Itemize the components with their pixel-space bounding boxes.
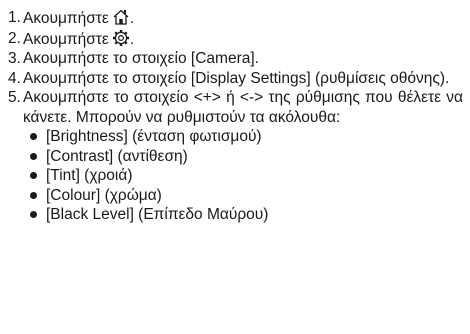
step-1: 1. Ακουμπήστε. xyxy=(8,8,463,29)
list-item: [Colour] (χρώμα) xyxy=(30,186,463,206)
step-number: 5. xyxy=(8,89,21,106)
step-suffix: . xyxy=(129,10,135,27)
bullet-icon xyxy=(30,211,37,218)
list-item: [Brightness] (ένταση φωτισμού) xyxy=(30,127,463,147)
step-4: 4. Ακουμπήστε το στοιχείο [Display Setti… xyxy=(8,69,463,89)
settings-list: [Brightness] (ένταση φωτισμού) [Contrast… xyxy=(23,127,463,225)
list-item: [Tint] (χροιά) xyxy=(30,166,463,186)
step-5: 5. Ακουμπήστε το στοιχείο <+> ή <-> της … xyxy=(8,88,463,225)
list-item-text: [Brightness] (ένταση φωτισμού) xyxy=(46,128,262,145)
bullet-icon xyxy=(30,172,37,179)
step-number: 2. xyxy=(8,29,21,47)
step-text: Ακουμπήστε το στοιχείο [Camera]. xyxy=(23,50,259,67)
step-number: 1. xyxy=(8,9,21,26)
step-number: 4. xyxy=(8,69,21,87)
list-item-text: [Black Level] (Επίπεδο Μαύρου) xyxy=(46,206,269,223)
step-text: Ακουμπήστε το στοιχείο <+> ή <-> της ρύθ… xyxy=(23,89,463,126)
step-text: Ακουμπήστε xyxy=(23,30,109,48)
step-body: Ακουμπήστε. xyxy=(23,8,463,29)
step-number: 3. xyxy=(8,50,21,67)
step-suffix: . xyxy=(129,30,135,48)
step-text: Ακουμπήστε xyxy=(23,10,109,27)
step-body: Ακουμπήστε. xyxy=(23,29,463,50)
list-item: [Black Level] (Επίπεδο Μαύρου) xyxy=(30,205,463,225)
step-2: 2. Ακουμπήστε. xyxy=(8,29,463,50)
list-item-text: [Tint] (χροιά) xyxy=(46,167,133,184)
bullet-icon xyxy=(30,191,37,199)
bullet-icon xyxy=(30,152,37,160)
step-text: Ακουμπήστε το στοιχείο [Display Settings… xyxy=(23,69,450,87)
step-3: 3. Ακουμπήστε το στοιχείο [Camera]. xyxy=(8,49,463,69)
home-icon xyxy=(112,8,130,26)
gear-icon xyxy=(112,29,130,47)
list-item-text: [Contrast] (αντίθεση) xyxy=(46,147,188,165)
bullet-icon xyxy=(30,133,37,140)
instructions: 1. Ακουμπήστε. 2. Ακουμπήστε. 3. Ακουμπή… xyxy=(8,8,463,225)
list-item-text: [Colour] (χρώμα) xyxy=(46,186,162,204)
step-body: Ακουμπήστε το στοιχείο <+> ή <-> της ρύθ… xyxy=(23,88,463,225)
list-item: [Contrast] (αντίθεση) xyxy=(30,147,463,167)
